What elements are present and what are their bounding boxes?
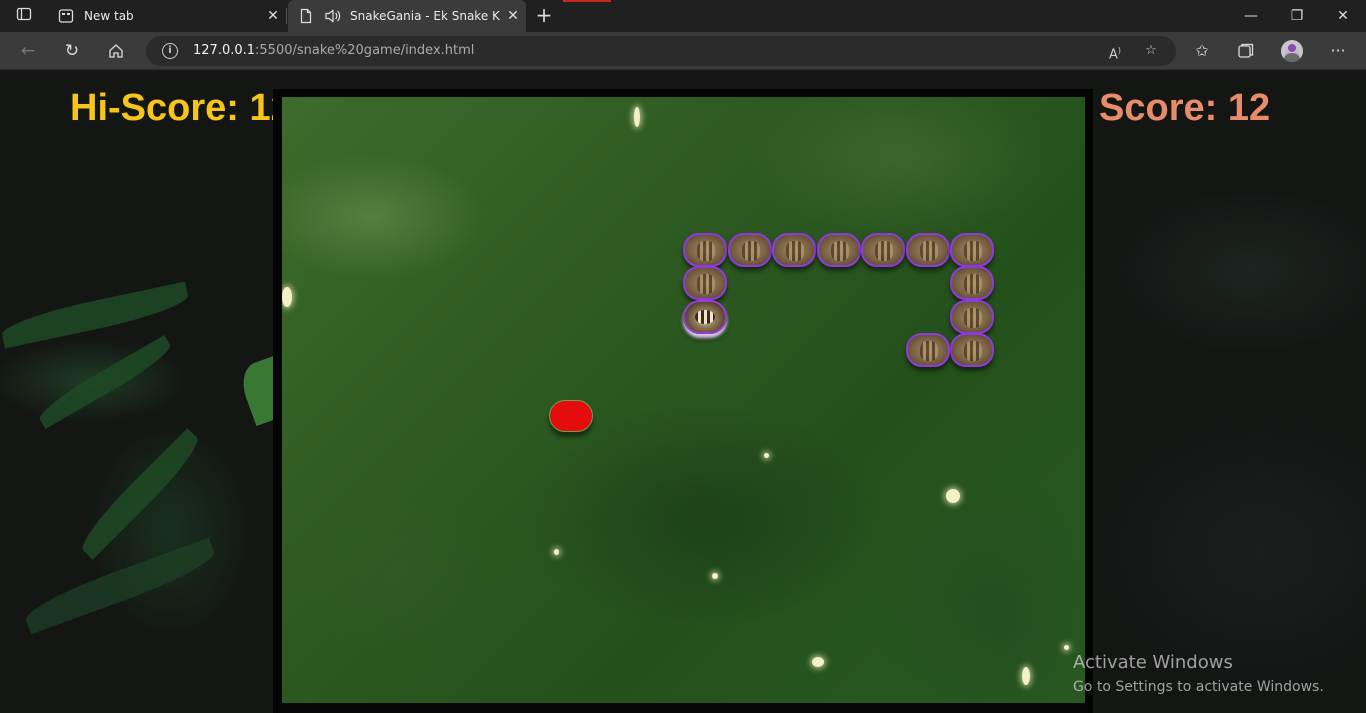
recording-indicator	[563, 0, 611, 2]
more-icon[interactable]: ···	[1324, 37, 1352, 65]
tab-actions-icon[interactable]	[12, 6, 36, 26]
snake-segment	[861, 233, 905, 267]
snake-segment	[683, 266, 727, 300]
snake-head	[683, 300, 727, 334]
close-window-icon[interactable]: ✕	[1320, 0, 1366, 32]
url-text[interactable]: 127.0.0.1:5500/snake%20game/index.html	[193, 43, 474, 58]
snake-segment	[950, 266, 994, 300]
background-leaf	[20, 537, 220, 635]
restore-icon[interactable]: ❐	[1274, 0, 1320, 32]
snake-segment	[906, 233, 950, 267]
food	[549, 400, 593, 432]
tab-title: New tab	[84, 9, 134, 23]
collections-icon[interactable]	[1232, 37, 1260, 65]
background-leaf	[34, 334, 176, 430]
game-page: Hi-Score: 12 Score: 12 Activate Windows …	[0, 71, 1366, 713]
tab-divider	[286, 8, 287, 24]
close-tab-icon[interactable]: ✕	[260, 8, 286, 24]
snake-segment	[683, 233, 727, 267]
light-speck	[764, 453, 769, 458]
activate-windows-watermark: Activate Windows Go to Settings to activ…	[1073, 652, 1324, 698]
close-tab-icon[interactable]: ✕	[500, 8, 526, 24]
watermark-subtitle: Go to Settings to activate Windows.	[1073, 679, 1324, 695]
tab-strip: New tab ✕ SnakeGania - Ek Snake Kath ✕ +…	[0, 0, 1366, 32]
light-speck	[282, 287, 292, 307]
minimize-icon[interactable]: —	[1228, 0, 1274, 32]
add-favorite-icon[interactable]: ☆	[1140, 40, 1162, 62]
snake-segment	[950, 233, 994, 267]
light-speck	[1064, 645, 1069, 650]
light-speck	[554, 549, 559, 555]
home-icon[interactable]	[102, 37, 130, 65]
plus-icon[interactable]: +	[532, 4, 556, 28]
address-bar[interactable]: i 127.0.0.1:5500/snake%20game/index.html…	[146, 36, 1176, 66]
back-arrow-icon[interactable]: ←	[14, 37, 42, 65]
light-speck	[1022, 667, 1030, 685]
game-board[interactable]	[282, 97, 1085, 703]
snake-segment	[817, 233, 861, 267]
snake-segment	[950, 300, 994, 334]
info-icon[interactable]: i	[162, 43, 178, 59]
light-speck	[812, 657, 824, 667]
tab-title: SnakeGania - Ek Snake Kath	[350, 9, 500, 23]
read-aloud-icon[interactable]: A)	[1104, 40, 1126, 62]
watermark-title: Activate Windows	[1073, 652, 1233, 673]
browser-toolbar: ← ↻ i 127.0.0.1:5500/snake%20game/index.…	[0, 32, 1366, 70]
new-tab-page-icon	[58, 8, 74, 24]
hi-score: Hi-Score: 12	[70, 87, 292, 129]
refresh-icon[interactable]: ↻	[58, 37, 86, 65]
audio-playing-icon[interactable]	[324, 8, 342, 24]
snake-segment	[906, 333, 950, 367]
snake-segment	[728, 233, 772, 267]
light-speck	[946, 489, 960, 503]
snake-segment	[772, 233, 816, 267]
tab-snakegania[interactable]: SnakeGania - Ek Snake Kath ✕	[288, 0, 526, 32]
score: Score: 12	[1099, 87, 1271, 129]
page-icon	[298, 8, 314, 24]
snake-segment	[950, 333, 994, 367]
profile-icon[interactable]	[1281, 40, 1303, 62]
tab-new-tab[interactable]: New tab ✕	[48, 0, 286, 32]
favorites-icon[interactable]: ✩	[1188, 37, 1216, 65]
light-speck	[634, 107, 640, 127]
light-speck	[712, 573, 718, 579]
background-leaf	[74, 428, 206, 560]
